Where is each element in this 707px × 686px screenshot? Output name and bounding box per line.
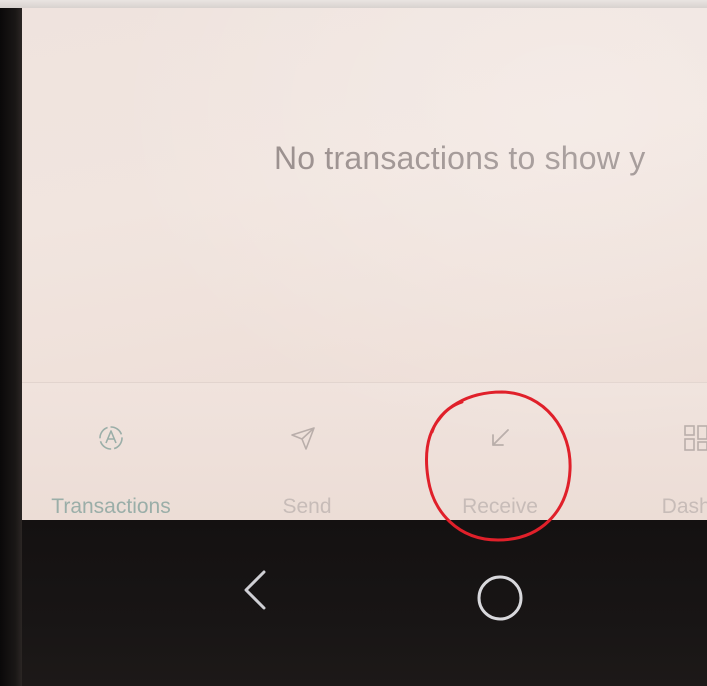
nav-label-transactions: Transactions bbox=[51, 495, 171, 518]
send-icon bbox=[291, 427, 315, 450]
nav-label-send: Send bbox=[282, 495, 332, 518]
nav-label-receive: Receive bbox=[462, 495, 538, 518]
dashboard-icon bbox=[684, 425, 707, 451]
app-screen: No transactions to show y Transactions S… bbox=[22, 8, 707, 520]
receive-icon bbox=[492, 429, 509, 446]
nav-item-dashboard[interactable]: Dashb bbox=[622, 383, 707, 520]
nav-label-dashboard: Dashb bbox=[661, 495, 707, 518]
phone-bezel bbox=[0, 0, 22, 686]
empty-transactions-message: No transactions to show y bbox=[274, 140, 646, 176]
back-icon[interactable] bbox=[240, 568, 270, 612]
transactions-icon bbox=[99, 426, 123, 450]
bottom-navigation: Transactions Send Receive Dash bbox=[22, 383, 707, 520]
nav-item-transactions[interactable]: Transactions bbox=[22, 383, 202, 520]
nav-item-send[interactable]: Send bbox=[222, 383, 392, 520]
home-icon[interactable] bbox=[474, 572, 526, 624]
phone-photo: No transactions to show y Transactions S… bbox=[0, 0, 707, 686]
nav-item-receive[interactable]: Receive bbox=[412, 383, 612, 520]
system-navigation-bar bbox=[22, 520, 707, 686]
phone-top-edge bbox=[0, 0, 707, 8]
